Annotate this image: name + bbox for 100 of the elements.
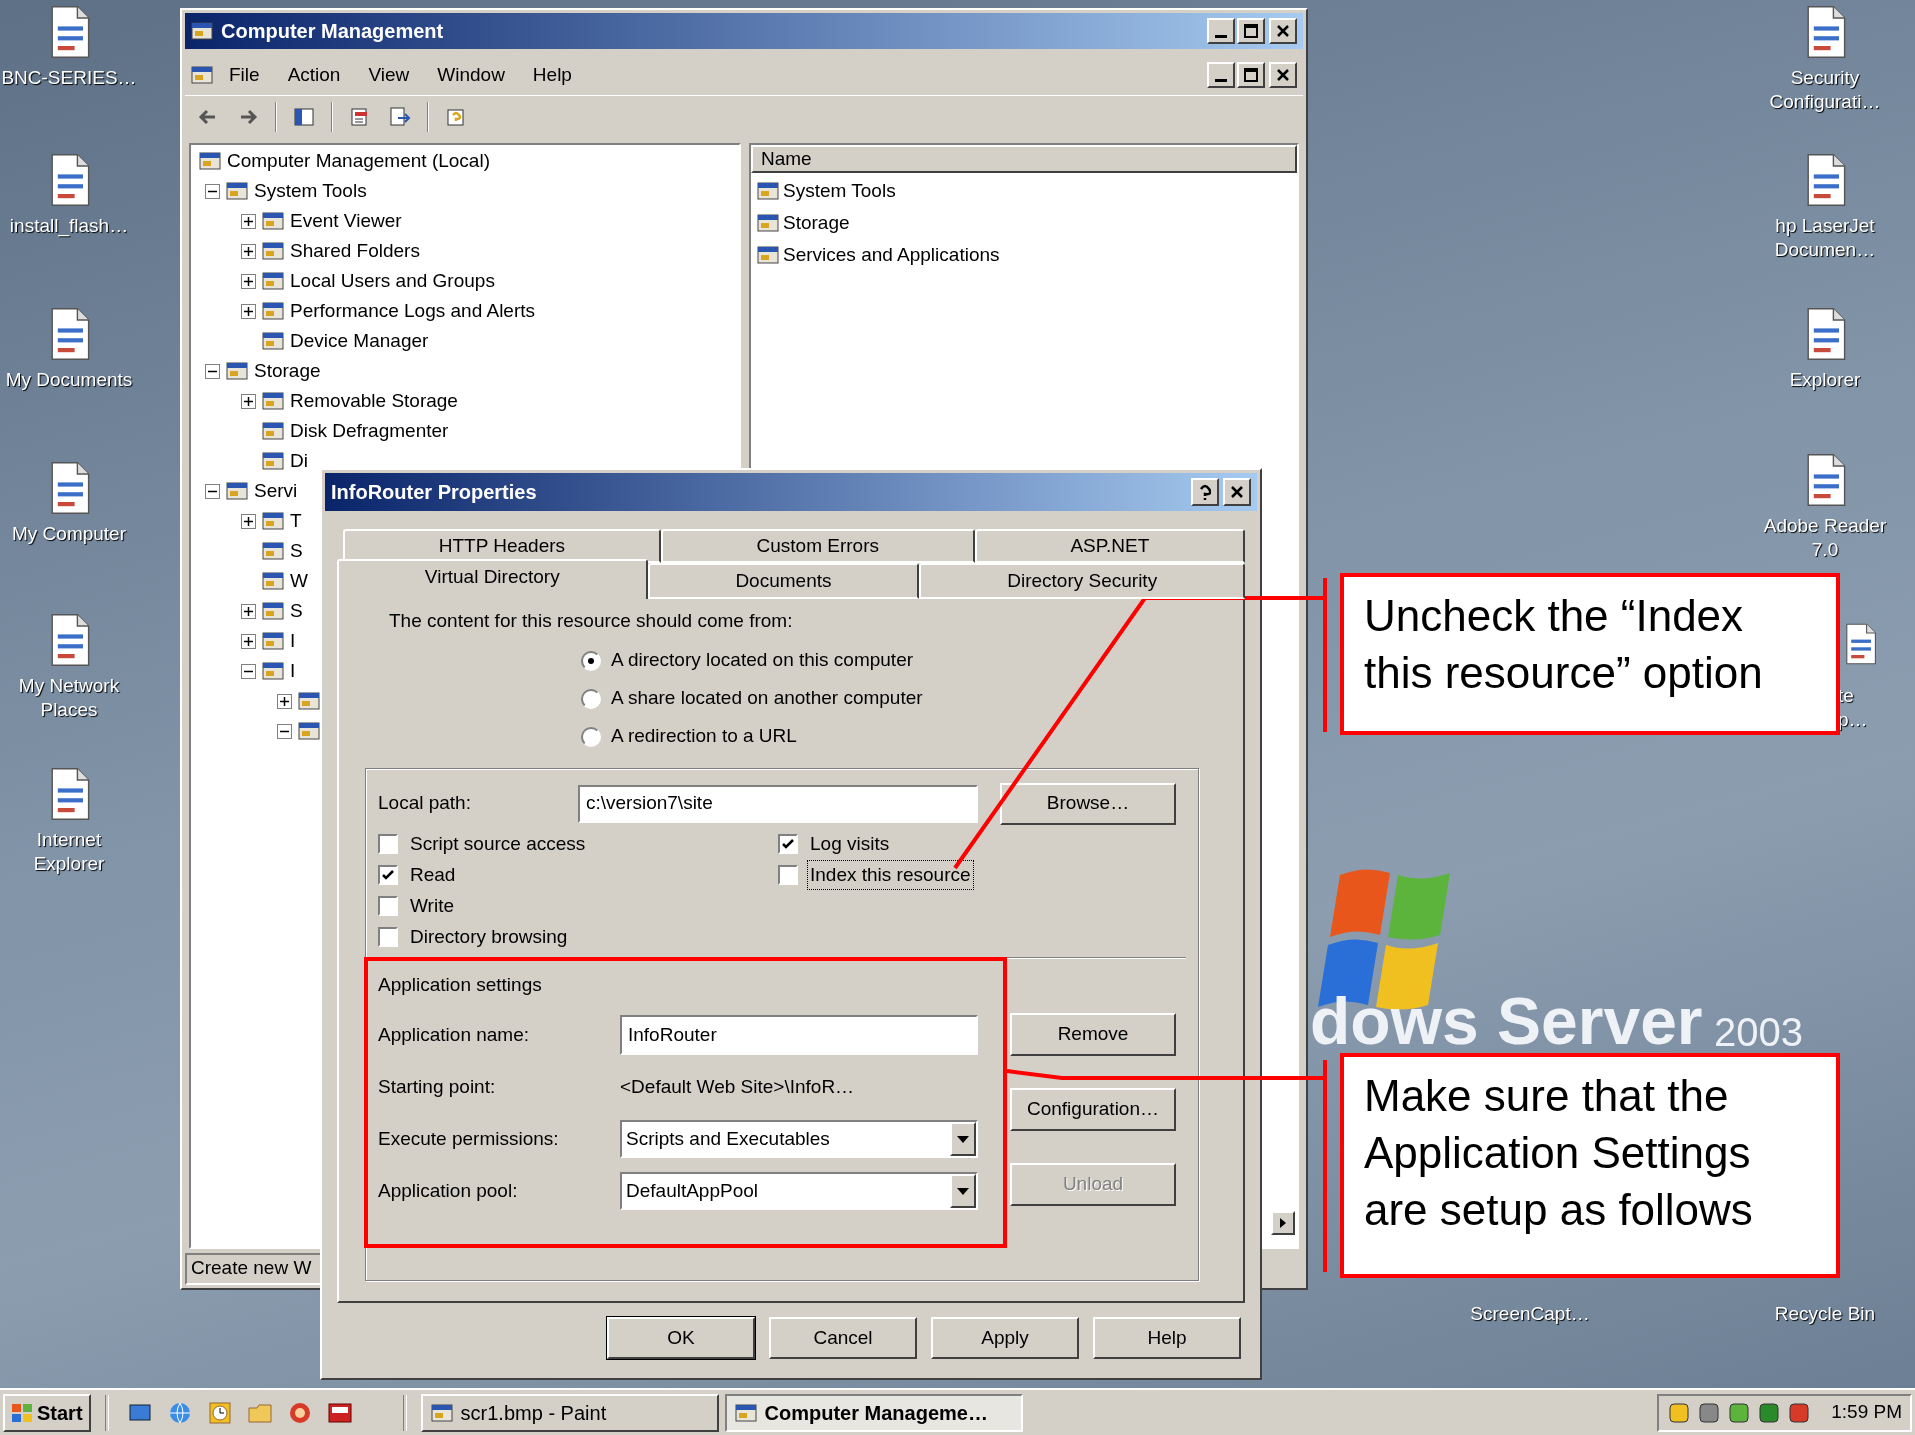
list-item[interactable]: Storage (783, 208, 850, 238)
checkbox-label: Directory browsing (409, 924, 569, 949)
dropdown[interactable]: Scripts and Executables (620, 1120, 978, 1158)
expand-toggle[interactable] (241, 303, 256, 319)
expand-toggle[interactable] (277, 693, 292, 709)
close-button[interactable] (1269, 18, 1297, 44)
tree-item[interactable]: Computer Management (Local) (227, 146, 490, 176)
checkbox-label: Script source access (409, 831, 587, 856)
tab[interactable]: ASP.NET (974, 529, 1245, 563)
tree-item[interactable]: Local Users and Groups (290, 266, 495, 296)
tree-item[interactable]: Shared Folders (290, 236, 420, 266)
maximize-button[interactable] (1237, 62, 1265, 88)
minimize-button[interactable] (1207, 62, 1235, 88)
window-icon (757, 245, 779, 265)
clock: 1:59 PM (1831, 1400, 1902, 1425)
checkbox-label: Log visits (809, 831, 891, 856)
checkbox[interactable] (378, 865, 398, 885)
expand-toggle[interactable] (241, 243, 256, 259)
window-icon (262, 391, 284, 411)
taskbar-button[interactable]: scr1.bmp - Paint (420, 1393, 719, 1432)
tree-item[interactable]: W (290, 566, 308, 596)
checkbox[interactable] (378, 927, 398, 947)
dialog-button[interactable]: Cancel (769, 1317, 917, 1359)
tree-item[interactable]: Performance Logs and Alerts (290, 296, 536, 326)
checkbox-label: Read (409, 862, 457, 887)
expand-toggle[interactable] (277, 723, 292, 739)
expand-toggle[interactable] (241, 513, 256, 529)
checkmark-icon (781, 837, 795, 851)
tree-item[interactable]: T (290, 506, 302, 536)
tab[interactable]: Custom Errors (660, 529, 975, 563)
tree-item[interactable]: Removable Storage (290, 386, 458, 416)
tree-item[interactable]: S (290, 536, 303, 566)
radio-button[interactable] (581, 688, 601, 709)
menu-item[interactable]: View (356, 60, 422, 90)
expand-toggle[interactable] (241, 603, 256, 619)
field-label: Starting point: (378, 1074, 497, 1099)
radio-button[interactable] (581, 726, 601, 747)
tab[interactable]: Directory Security (919, 563, 1245, 599)
tree-item[interactable]: Servi (254, 476, 298, 506)
scroll-right-button[interactable] (1271, 1211, 1295, 1235)
desktop-icon-label: Security (1790, 66, 1860, 90)
radio-button[interactable] (581, 650, 601, 671)
list-item[interactable]: System Tools (783, 176, 896, 206)
action-button[interactable]: Remove (1010, 1013, 1176, 1056)
plus-icon (244, 276, 253, 286)
field-label: Application name: (378, 1022, 531, 1047)
expand-toggle[interactable] (241, 663, 256, 679)
checkbox[interactable] (778, 834, 798, 854)
expand-toggle[interactable] (241, 213, 256, 229)
window-icon (757, 213, 779, 233)
list-item[interactable]: Services and Applications (783, 240, 1000, 270)
menu-item[interactable]: Window (425, 60, 517, 90)
checkbox[interactable] (778, 865, 798, 885)
path-field[interactable]: c:\version7\site (578, 784, 978, 823)
checkbox[interactable] (378, 896, 398, 916)
desktop-icon-label: BNC-SERIES… (1, 66, 137, 90)
dialog-button[interactable]: Help (1093, 1317, 1241, 1359)
flag-icon (11, 1402, 33, 1423)
tree-item[interactable]: Di (290, 446, 308, 476)
tree-item[interactable]: Disk Defragmenter (290, 416, 449, 446)
expand-toggle[interactable] (241, 393, 256, 409)
plus-icon (244, 516, 253, 526)
menu-item[interactable]: File (217, 60, 272, 90)
desktop-icon-label: My Documents (5, 368, 133, 392)
expand-toggle[interactable] (205, 483, 220, 499)
text-field[interactable]: InfoRouter (620, 1015, 978, 1055)
start-button[interactable]: Start (3, 1393, 91, 1432)
browse-button[interactable]: Browse… (1000, 782, 1176, 825)
dialog-button[interactable]: Apply (931, 1317, 1079, 1359)
window-icon (199, 151, 221, 171)
menu-item[interactable]: Action (275, 60, 353, 90)
radio-label: A directory located on this computer (611, 648, 914, 673)
tree-item[interactable]: I (290, 626, 296, 656)
window-icon (262, 241, 284, 261)
expand-toggle[interactable] (205, 363, 220, 379)
maximize-button[interactable] (1237, 18, 1265, 44)
tree-item[interactable]: System Tools (254, 176, 367, 206)
tree-item[interactable]: Device Manager (290, 326, 429, 356)
menu-item[interactable]: Help (520, 60, 584, 90)
taskbar-button[interactable]: Computer Manageme… (724, 1393, 1023, 1432)
expand-toggle[interactable] (241, 273, 256, 289)
tree-item[interactable]: Event Viewer (290, 206, 402, 236)
checkbox-label: Index this resource (808, 860, 973, 890)
window-icon (262, 331, 284, 351)
expand-toggle[interactable] (205, 183, 220, 199)
checkbox[interactable] (378, 834, 398, 854)
dropdown[interactable]: DefaultAppPool (620, 1172, 978, 1210)
tree-item[interactable]: I (290, 656, 296, 686)
action-button[interactable]: Configuration… (1010, 1088, 1176, 1131)
dialog-button[interactable]: OK (607, 1317, 755, 1359)
expand-toggle[interactable] (241, 633, 256, 649)
minimize-button[interactable] (1207, 18, 1235, 44)
tree-item[interactable]: S (290, 596, 303, 626)
tree-item[interactable]: Storage (254, 356, 321, 386)
close-button[interactable] (1223, 478, 1251, 506)
help-button[interactable] (1191, 478, 1219, 506)
tab[interactable]: Virtual Directory (337, 559, 648, 599)
column-header[interactable]: Name (751, 145, 1297, 173)
tab[interactable]: Documents (647, 563, 920, 599)
close-button[interactable] (1269, 62, 1297, 88)
